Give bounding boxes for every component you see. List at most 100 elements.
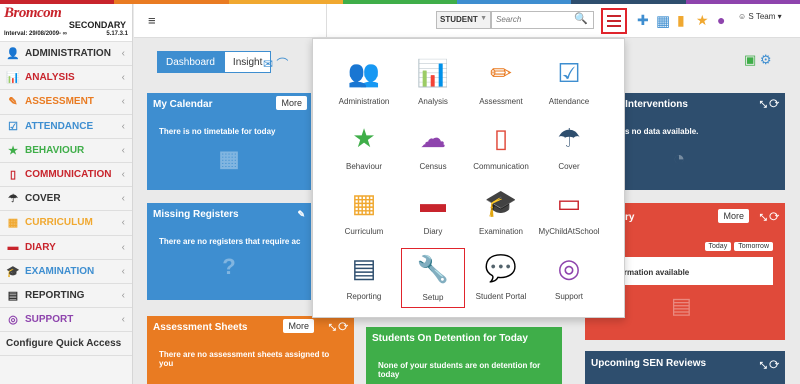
sidebar-item-communication[interactable]: ▯ COMMUNICATION ‹ [0,163,132,188]
assessment-sheets-widget: Assessment Sheets More ⤡ ⟳ There are no … [147,316,354,384]
add-user-icon[interactable]: ✚ [637,12,649,29]
menu-tile-label: Examination [478,227,524,236]
expand-refresh-icons[interactable]: ⤡ ⟳ [329,322,348,333]
star-icon[interactable]: ★ [696,12,709,29]
menu-tile-attendance[interactable]: ☑ Attendance [537,53,601,113]
bar-chart-icon: 📊 [6,72,20,85]
sidebar-item-label: BEHAVIOUR [25,144,85,156]
menu-tile-setup[interactable]: 🔧 Setup [401,248,465,308]
divider [326,4,327,38]
sidebar-item-label: ADMINISTRATION [25,48,111,60]
menu-tile-label: Administration [338,97,390,106]
dashboard-tools: ▣ ⚙ [744,52,772,68]
sidebar-item-label: DIARY [25,241,56,253]
sidebar-item-analysis[interactable]: 📊 ANALYSIS ‹ [0,66,132,91]
edit-icon[interactable]: ✎ [297,209,305,220]
search-scope-select[interactable]: STUDENT ▼ [436,11,491,29]
sidebar-item-configure-quick-access[interactable]: Configure Quick Access [0,332,132,357]
save-icon[interactable]: ▣ [744,52,756,67]
sidebar-item-label: ANALYSIS [25,72,75,84]
user-menu[interactable]: ☺ S Team ▾ [738,12,782,21]
menu-tile-assessment[interactable]: ✏ Assessment [469,53,533,113]
sidebar-item-assessment[interactable]: ✎ ASSESSMENT ‹ [0,90,132,115]
sidebar-item-support[interactable]: ◎ SUPPORT ‹ [0,308,132,333]
calendar-icon: ▦ [7,217,19,230]
sidebar-item-attendance[interactable]: ☑ ATTENDANCE ‹ [0,115,132,139]
sidebar-item-label: ATTENDANCE [25,120,94,132]
widget-header: My Calendar More [147,93,311,117]
menu-tile-reporting[interactable]: ▤ Reporting [332,248,396,308]
sidebar-item-curriculum[interactable]: ▦ CURRICULUM ‹ [0,211,132,236]
widget-title: t Interventions [619,99,688,110]
menu-tile-communication[interactable]: ▯ Communication [469,118,533,178]
menu-tile-curriculum[interactable]: ▦ Curriculum [332,183,396,243]
sidebar-item-cover[interactable]: ☂ COVER ‹ [0,187,132,212]
expand-refresh-icons[interactable]: ⤡ ⟳ [760,212,779,223]
today-button[interactable]: Today [704,242,732,251]
sidebar-item-diary[interactable]: ▬ DIARY ‹ [0,236,132,260]
more-button[interactable]: More [276,96,307,110]
chevron-left-icon: ‹ [121,217,125,229]
menu-lines-icon [607,15,621,27]
sidebar-item-administration[interactable]: 👤 ADMINISTRATION ‹ [0,42,132,67]
menu-tile-behaviour[interactable]: ★ Behaviour [332,118,396,178]
star-icon: ★ [8,144,18,157]
more-button[interactable]: More [283,319,314,333]
sidebar-item-label: Configure Quick Access [6,338,122,350]
bar-chart-icon: 📊 [416,58,450,88]
caret-down-icon: ▼ [480,15,487,22]
menu-tile-analysis[interactable]: 📊 Analysis [401,53,465,113]
empty-message: s no data available. [625,127,699,136]
rss-icon[interactable]: ⌒ [276,57,288,71]
sidebar-item-label: ASSESSMENT [25,96,94,108]
sidebar-item-behaviour[interactable]: ★ BEHAVIOUR ‹ [0,139,132,163]
email-icon[interactable]: ✉ [263,57,273,71]
widget-body: There are no assessment sheets assigned … [147,340,354,384]
menu-tile-mychildatschool[interactable]: ▭ MyChildAtSchool [537,183,601,243]
widget-header: Assessment Sheets More ⤡ ⟳ [147,316,354,340]
avatar: ☺ [738,12,747,21]
empty-message: There is no timetable for today [159,127,276,136]
bromcom-logo[interactable]: Bromcom [4,6,128,21]
tomorrow-button[interactable]: Tomorrow [734,242,773,251]
menu-tile-support[interactable]: ◎ Support [537,248,601,308]
tab-dashboard[interactable]: Dashboard [157,51,224,73]
caret-down-icon: ▾ [777,12,782,21]
more-button[interactable]: More [718,209,749,223]
bookmark-icon[interactable]: ▮ [677,12,685,29]
main-menu-button[interactable] [601,8,627,34]
sidebar-item-examination[interactable]: 🎓 EXAMINATION ‹ [0,260,132,284]
detention-widget: Students On Detention for Today None of … [366,327,562,384]
menu-tile-label: MyChildAtSchool [538,227,600,236]
menu-tile-student-portal[interactable]: 💬 Student Portal [469,248,533,308]
grid-icon[interactable]: ▦ [656,12,670,30]
missing-registers-widget: Missing Registers ✎ There are no registe… [147,203,311,300]
book-icon: ▬ [420,188,446,218]
widget-body: There is no timetable for today ▦ [147,117,311,190]
phone-icon: ▯ [9,169,17,182]
chevron-left-icon: ‹ [121,193,125,205]
widget-title: Assessment Sheets [153,322,248,333]
version-text: 5.17.3.1 [106,31,128,37]
chevron-left-icon: ‹ [121,48,125,60]
menu-tile-label: Attendance [548,97,590,106]
sidebar-item-label: SUPPORT [25,314,74,326]
menu-tile-census[interactable]: ☁ Census [401,118,465,178]
widget-title: Students On Detention for Today [372,333,528,344]
sidebar-item-reporting[interactable]: ▤ REPORTING ‹ [0,284,132,309]
sidebar-toggle-icon[interactable]: ≡ [148,13,156,28]
menu-tile-examination[interactable]: 🎓 Examination [469,183,533,243]
expand-refresh-icons[interactable]: ⤡ ⟳ [760,360,779,371]
search-icon[interactable]: 🔍 [574,12,588,25]
brand-block[interactable]: Bromcom SECONDARY Interval: 29/08/2009- … [0,4,132,42]
calendar-icon: ▦ [351,188,377,218]
alert-icon[interactable]: ● [717,12,725,28]
chevron-left-icon: ‹ [121,289,125,301]
menu-tile-cover[interactable]: ☂ Cover [537,118,601,178]
menu-tile-administration[interactable]: 👥 Administration [332,53,396,113]
expand-refresh-icons[interactable]: ⤡ ⟳ [760,99,779,110]
settings-icon[interactable]: ⚙ [760,52,772,67]
menu-tile-label: Student Portal [475,292,527,301]
sidebar-item-label: COVER [25,193,61,205]
menu-tile-diary[interactable]: ▬ Diary [401,183,465,243]
